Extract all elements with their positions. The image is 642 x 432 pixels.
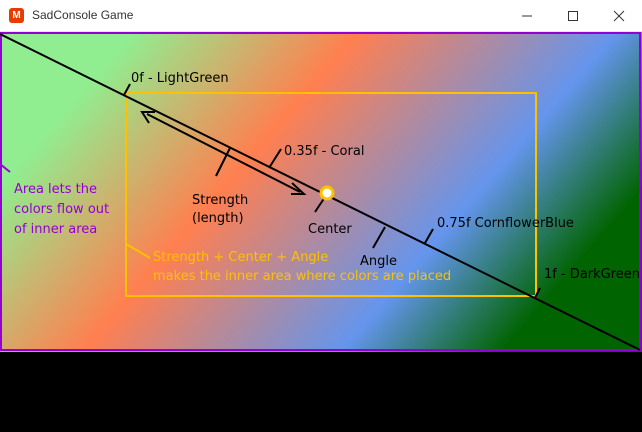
game-viewport[interactable]: 0f - LightGreen 0.35f - Coral 0.75f Corn… xyxy=(0,32,642,352)
close-button[interactable] xyxy=(596,0,642,31)
label-stop-0: 0f - LightGreen xyxy=(131,71,229,86)
app-window: M SadConsole Game 0f - LightGreen 0.35f … xyxy=(0,0,642,432)
minimize-icon xyxy=(522,15,532,16)
maximize-icon xyxy=(568,10,578,21)
label-stop-035: 0.35f - Coral xyxy=(284,144,364,159)
label-area-3: of inner area xyxy=(14,222,97,237)
label-area-2: colors flow out xyxy=(14,202,109,217)
maximize-button[interactable] xyxy=(550,0,596,31)
title-bar[interactable]: M SadConsole Game xyxy=(0,0,642,32)
monogame-icon: M xyxy=(9,8,24,23)
label-stop-075: 0.75f CornflowerBlue xyxy=(437,216,574,231)
label-angle: Angle xyxy=(360,254,397,269)
label-inner-1: Strength + Center + Angle xyxy=(153,250,328,265)
label-stop-1: 1f - DarkGreen xyxy=(544,267,640,282)
label-strength-length: (length) xyxy=(192,211,244,226)
label-center: Center xyxy=(308,222,352,237)
center-point xyxy=(319,185,335,201)
window-title: SadConsole Game xyxy=(32,8,134,22)
label-inner-2: makes the inner area where colors are pl… xyxy=(153,269,451,284)
close-icon xyxy=(613,10,625,21)
console-empty-area xyxy=(0,352,642,432)
minimize-button[interactable] xyxy=(504,0,550,31)
label-area-1: Area lets the xyxy=(14,182,97,197)
label-strength: Strength xyxy=(192,193,248,208)
